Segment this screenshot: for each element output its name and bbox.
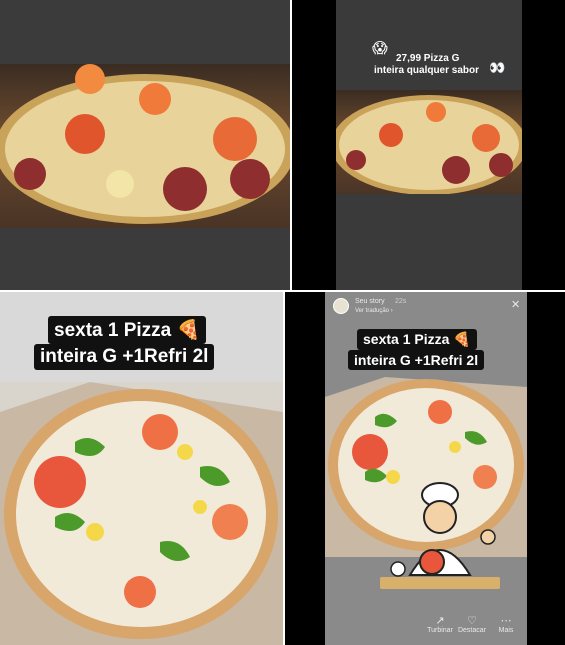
- headline-line-2: inteira G +1Refri 2l: [34, 344, 215, 370]
- eyes-emoji: 👀: [489, 60, 506, 75]
- avatar[interactable]: [333, 298, 349, 314]
- shocked-emoji: 😱: [372, 40, 388, 57]
- photo-panel-top-left: [0, 0, 290, 290]
- story-panel-top-right: 😱 27,99 Pizza G inteira qualquer sabor 👀: [292, 0, 565, 290]
- more-icon: ⋯: [500, 615, 512, 627]
- headline-line-1: sexta 1 Pizza 🍕: [357, 329, 477, 350]
- headline-line-2: inteira G +1Refri 2l: [348, 350, 485, 370]
- pizza-illustration: [331, 95, 527, 195]
- pizza-illustration: [0, 64, 290, 224]
- highlight-icon: ♡: [467, 615, 477, 627]
- story-screen-bottom-right: Seu story 22s Ver tradução › ✕ sexta 1 P…: [285, 292, 565, 645]
- chef-sticker: [380, 482, 500, 589]
- caption-line-2: inteira qualquer sabor: [374, 65, 480, 76]
- action-more[interactable]: ⋯ Mais: [491, 614, 521, 634]
- photo-panel-bottom-left: sexta 1 Pizza 🍕 inteira G +1Refri 2l: [0, 292, 283, 645]
- trending-icon: ↗: [435, 615, 445, 627]
- headline-line-1: sexta 1 Pizza 🍕: [48, 316, 207, 344]
- action-trending[interactable]: ↗ Turbinar: [425, 614, 455, 634]
- pizza-photo: [331, 90, 527, 195]
- close-icon[interactable]: ✕: [511, 298, 520, 311]
- translate-link[interactable]: Ver tradução ›: [355, 308, 393, 314]
- action-highlight[interactable]: ♡ Destacar: [457, 614, 487, 634]
- story-owner[interactable]: Seu story: [355, 298, 385, 305]
- action-label: Mais: [498, 627, 514, 634]
- action-label: Turbinar: [427, 627, 453, 634]
- action-label: Destacar: [457, 627, 486, 634]
- story-time: 22s: [395, 298, 407, 305]
- pizza-photo: [0, 64, 290, 228]
